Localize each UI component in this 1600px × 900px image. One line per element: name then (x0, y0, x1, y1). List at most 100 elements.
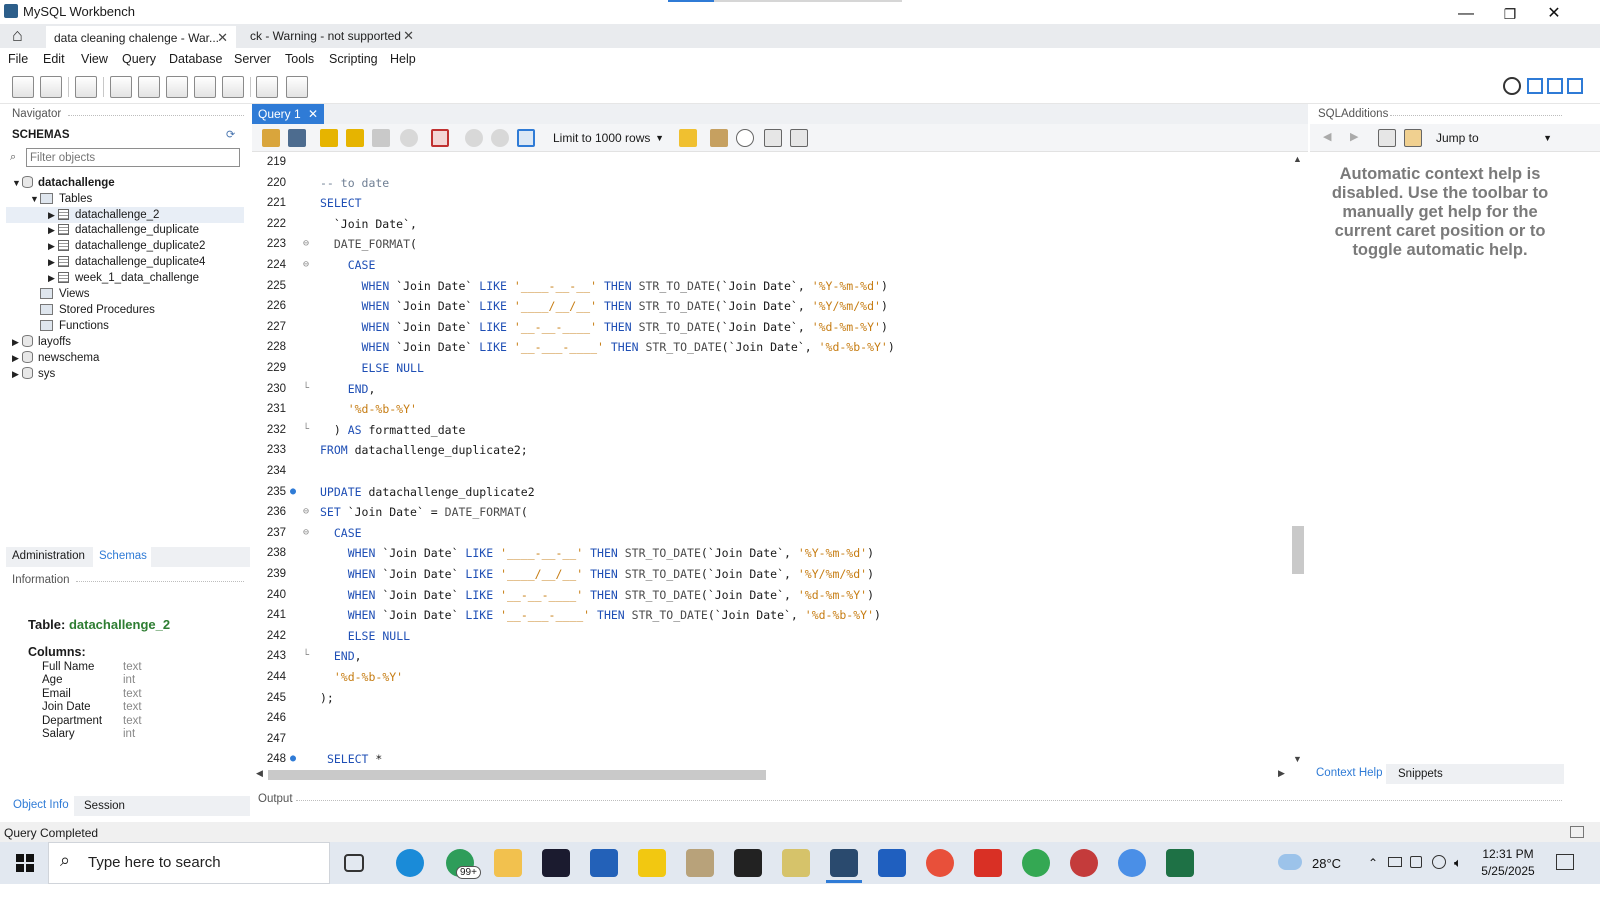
tree-table-duplicate2[interactable]: ▶ datachallenge_duplicate2 (48, 238, 205, 254)
fold-marker-icon[interactable]: ⊖ (303, 502, 309, 523)
weather-cloud-icon[interactable] (1278, 854, 1302, 870)
tree-stored-procedures[interactable]: Stored Procedures (40, 302, 155, 318)
create-procedure-icon[interactable] (194, 76, 216, 98)
tree-views[interactable]: Views (40, 286, 89, 302)
excel-icon[interactable] (1166, 849, 1194, 877)
fold-marker-icon[interactable]: ⊖ (303, 234, 309, 255)
toggle-output-icon[interactable] (1547, 78, 1563, 94)
create-schema-icon[interactable] (110, 76, 132, 98)
code-line[interactable]: 232 └ ) AS formatted_date (254, 420, 1290, 441)
menu-database[interactable]: Database (169, 52, 223, 66)
code-editor[interactable]: 219 220 -- to date 221 SELECT 222 `Join Date`… (254, 152, 1290, 766)
statement-marker-icon[interactable]: ● (290, 749, 296, 766)
menu-tools[interactable]: Tools (285, 52, 314, 66)
code-line[interactable]: 220 -- to date (254, 173, 1290, 194)
code-line[interactable]: 244 '%d-%b-%Y' (254, 667, 1290, 688)
code-line[interactable]: 240 WHEN `Join Date` LIKE '__-__-____' T… (254, 585, 1290, 606)
collapsed-arrow-icon[interactable]: ▶ (48, 254, 58, 270)
clock-date[interactable]: 5/25/2025 (1478, 864, 1538, 878)
code-line[interactable]: 227 WHEN `Join Date` LIKE '__-__-____' T… (254, 317, 1290, 338)
fold-marker-icon[interactable]: └ (303, 646, 309, 667)
close-button[interactable]: ✕ (1532, 2, 1576, 26)
file-explorer-icon[interactable] (494, 849, 522, 877)
chrome-profile-2-icon[interactable] (1022, 849, 1050, 877)
tab-object-info[interactable]: Object Info (6, 796, 74, 816)
code-line[interactable]: 234 (254, 461, 1290, 482)
rollback-icon[interactable] (491, 129, 509, 147)
scroll-right-icon[interactable]: ▶ (1278, 768, 1285, 779)
capcut-icon[interactable] (734, 849, 762, 877)
tab-snippets[interactable]: Snippets (1398, 768, 1443, 780)
menu-query[interactable]: Query (122, 52, 156, 66)
menu-file[interactable]: File (8, 52, 28, 66)
reconnect-icon[interactable] (286, 76, 308, 98)
code-line[interactable]: 230 └ END, (254, 379, 1290, 400)
fold-marker-icon[interactable]: ⊖ (303, 523, 309, 544)
execute-current-icon[interactable] (346, 129, 364, 147)
connection-tab-data-cleaning[interactable]: data cleaning chalenge - War... ✕ (46, 24, 236, 48)
code-line[interactable]: 241 WHEN `Join Date` LIKE '__-___-____' … (254, 605, 1290, 626)
menu-help[interactable]: Help (390, 52, 416, 66)
invisible-chars-icon[interactable] (764, 129, 782, 147)
media-app-icon[interactable] (1070, 849, 1098, 877)
word-icon[interactable] (878, 849, 906, 877)
save-file-icon[interactable] (288, 129, 306, 147)
code-line[interactable]: 243 └ END, (254, 646, 1290, 667)
weather-temp[interactable]: 28°C (1312, 856, 1341, 871)
filter-objects-input[interactable] (26, 148, 240, 167)
vertical-scroll-thumb[interactable] (1292, 526, 1304, 574)
battery-icon[interactable] (1388, 857, 1402, 867)
volume-icon[interactable]: 🔈︎ (1454, 855, 1462, 871)
jump-to-select[interactable]: Jump to ▼ (1430, 128, 1556, 148)
limit-rows-select[interactable]: Limit to 1000 rows ▼ (547, 128, 670, 148)
code-line[interactable]: 245); (254, 688, 1290, 709)
menu-view[interactable]: View (81, 52, 108, 66)
code-line[interactable]: 223 ⊖ DATE_FORMAT( (254, 234, 1290, 255)
explain-icon[interactable] (372, 129, 390, 147)
tree-table-datachallenge-2[interactable]: ▶ datachallenge_2 (6, 207, 244, 223)
fold-marker-icon[interactable]: └ (303, 379, 309, 400)
query-1-tab[interactable]: Query 1 ✕ (252, 104, 324, 124)
menu-scripting[interactable]: Scripting (329, 52, 378, 66)
code-line[interactable]: 235 ● UPDATE datachallenge_duplicate2 (254, 482, 1290, 503)
toggle-sqladditions-icon[interactable] (1567, 78, 1583, 94)
tree-table-week1[interactable]: ▶ week_1_data_challenge (48, 270, 199, 286)
auto-help-icon[interactable] (1404, 129, 1422, 147)
tree-functions[interactable]: Functions (40, 318, 109, 334)
close-query-tab-icon[interactable]: ✕ (308, 104, 318, 124)
clock-time[interactable]: 12:31 PM (1478, 847, 1538, 861)
menu-edit[interactable]: Edit (43, 52, 65, 66)
windows-start-icon[interactable] (16, 854, 34, 872)
tab-context-help[interactable]: Context Help (1310, 764, 1386, 784)
edge-browser-icon[interactable] (396, 849, 424, 877)
code-line[interactable]: 247 (254, 729, 1290, 750)
close-tab-icon[interactable]: ✕ (217, 26, 228, 50)
menu-server[interactable]: Server (234, 52, 271, 66)
code-line[interactable]: 229 ELSE NULL (254, 358, 1290, 379)
power-bi-icon[interactable] (638, 849, 666, 877)
tray-chevron-up-icon[interactable]: ⌃ (1368, 856, 1378, 870)
code-line[interactable]: 246 (254, 708, 1290, 729)
forward-arrow-icon[interactable]: ▶ (1350, 130, 1358, 143)
code-line[interactable]: 228 WHEN `Join Date` LIKE '__-___-____' … (254, 337, 1290, 358)
stop-on-error-icon[interactable] (431, 129, 449, 147)
inspector-icon[interactable] (75, 76, 97, 98)
manual-help-icon[interactable] (1378, 129, 1396, 147)
close-tab-icon[interactable]: ✕ (403, 24, 414, 48)
code-line[interactable]: 239 WHEN `Join Date` LIKE '____/__/__' T… (254, 564, 1290, 585)
code-line[interactable]: 248 ● SELECT * (254, 749, 1290, 766)
collapsed-arrow-icon[interactable]: ▶ (48, 207, 58, 223)
search-table-data-icon[interactable] (256, 76, 278, 98)
collapsed-arrow-icon[interactable]: ▶ (12, 334, 22, 350)
open-sql-script-icon[interactable] (40, 76, 62, 98)
task-view-icon[interactable] (344, 854, 364, 872)
add-snippet-icon[interactable] (679, 129, 697, 147)
find-icon[interactable] (736, 129, 754, 147)
code-line[interactable]: 221 SELECT (254, 193, 1290, 214)
create-table-icon[interactable] (138, 76, 160, 98)
snipping-tool-icon[interactable] (782, 849, 810, 877)
autocommit-icon[interactable] (517, 129, 535, 147)
microsoft-store-icon[interactable] (590, 849, 618, 877)
scroll-left-icon[interactable]: ◀ (256, 768, 263, 779)
code-line[interactable]: 236 ⊖ SET `Join Date` = DATE_FORMAT( (254, 502, 1290, 523)
